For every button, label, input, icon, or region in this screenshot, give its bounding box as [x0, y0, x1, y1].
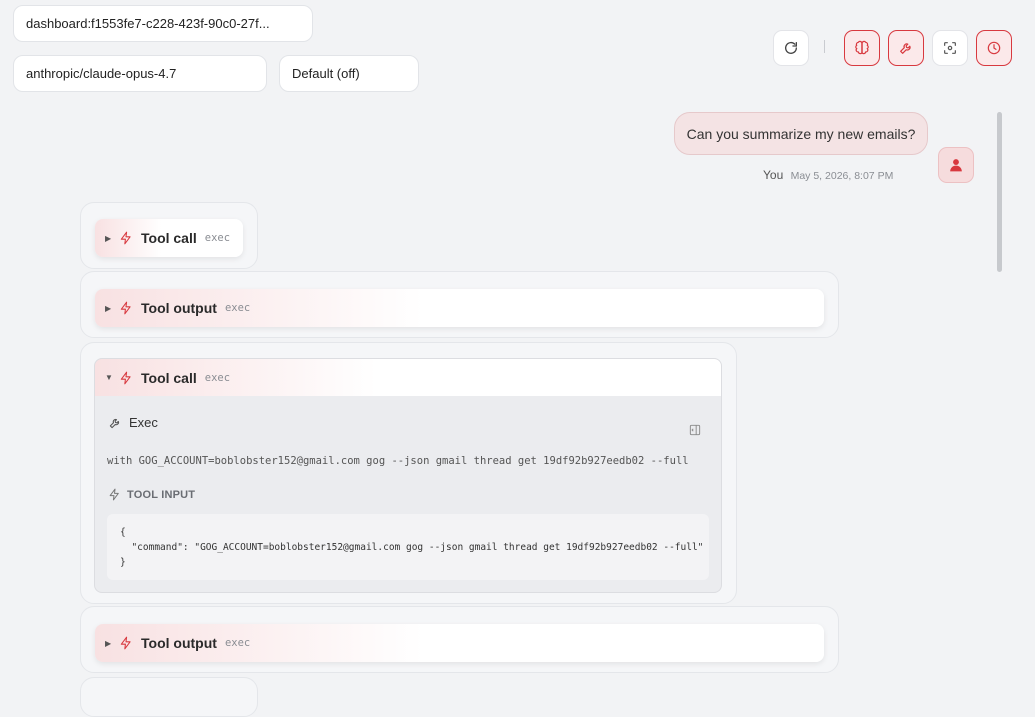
bolt-icon: [120, 636, 131, 650]
wrench-icon: [900, 43, 911, 54]
code-line-close: }: [120, 557, 126, 568]
tool-output-card: ▶ Tool output exec: [80, 271, 839, 338]
tool-input-label: TOOL INPUT: [108, 488, 195, 501]
tool-name: exec: [204, 232, 231, 244]
tool-name: exec: [224, 637, 251, 649]
tool-name: exec: [224, 302, 251, 314]
session-selector[interactable]: dashboard:f1553fe7-c228-423f-90c0-27f...: [13, 5, 313, 42]
tool-event-title: Tool output: [141, 300, 217, 316]
thinking-toggle-button[interactable]: [844, 30, 880, 66]
code-line-command: "command": "GOG_ACCOUNT=boblobster152@gm…: [120, 542, 704, 553]
focus-button[interactable]: [932, 30, 968, 66]
tool-call-card: ▶ Tool call exec: [80, 202, 258, 269]
chat-scrollbar[interactable]: [997, 112, 1002, 272]
collapse-caret-icon: ▼: [105, 373, 113, 382]
expand-caret-icon: ▶: [105, 303, 112, 313]
tool-output-header[interactable]: ▶ Tool output exec: [95, 289, 824, 327]
model-selector[interactable]: anthropic/claude-opus-4.7: [13, 55, 267, 92]
exec-command: with GOG_ACCOUNT=boblobster152@gmail.com…: [107, 455, 689, 467]
user-message-text: Can you summarize my new emails?: [686, 125, 916, 142]
bolt-icon: [109, 488, 119, 501]
bolt-icon: [120, 301, 131, 315]
wrench-icon: [109, 418, 120, 428]
clock-icon: [987, 41, 1001, 55]
tool-call-header[interactable]: ▶ Tool call exec: [95, 219, 243, 257]
brain-icon: [855, 40, 869, 55]
toolbar-separator: [824, 40, 825, 53]
bolt-icon: [120, 231, 131, 245]
refresh-icon: [785, 41, 797, 54]
tool-input-code: { "command": "GOG_ACCOUNT=boblobster152@…: [107, 514, 709, 580]
tool-event-title: Tool call: [141, 369, 197, 386]
tool-output-card: ▶ Tool output exec: [80, 606, 839, 673]
session-id: dashboard:f1553fe7-c228-423f-90c0-27f...: [26, 16, 270, 31]
expand-caret-icon: ▶: [105, 638, 112, 648]
thinking-selector[interactable]: Default (off): [279, 55, 419, 92]
code-line-open: {: [120, 527, 126, 538]
tool-name: exec: [204, 371, 231, 384]
history-button[interactable]: [976, 30, 1012, 66]
tool-input-label-text: TOOL INPUT: [127, 488, 196, 501]
user-message-bubble: Can you summarize my new emails?: [674, 112, 928, 155]
exec-title-label: Exec: [129, 415, 158, 430]
tool-output-header[interactable]: ▶ Tool output exec: [95, 624, 824, 662]
refresh-button[interactable]: [773, 30, 809, 66]
tools-toggle-button[interactable]: [888, 30, 924, 66]
tool-event-title: Tool call: [141, 230, 197, 246]
user-icon: [950, 159, 962, 172]
focus-icon: [944, 42, 956, 54]
message-meta: You May 5, 2026, 8:07 PM: [763, 168, 893, 182]
tool-call-header[interactable]: ▼ Tool call exec: [94, 358, 722, 397]
model-name: anthropic/claude-opus-4.7: [26, 66, 177, 81]
bolt-icon: [120, 371, 131, 384]
thinking-value: Default (off): [292, 66, 360, 81]
message-author: You: [763, 168, 784, 182]
expand-caret-icon: ▶: [105, 233, 112, 243]
tool-call-card: [80, 677, 258, 717]
tool-event-title: Tool output: [141, 635, 217, 651]
exec-title: Exec: [108, 415, 158, 430]
sidebar-panel-icon[interactable]: [688, 423, 702, 437]
user-avatar: [938, 147, 974, 183]
exec-detail-panel: Exec with GOG_ACCOUNT=boblobster152@gmai…: [94, 396, 722, 593]
message-timestamp: May 5, 2026, 8:07 PM: [790, 170, 894, 182]
